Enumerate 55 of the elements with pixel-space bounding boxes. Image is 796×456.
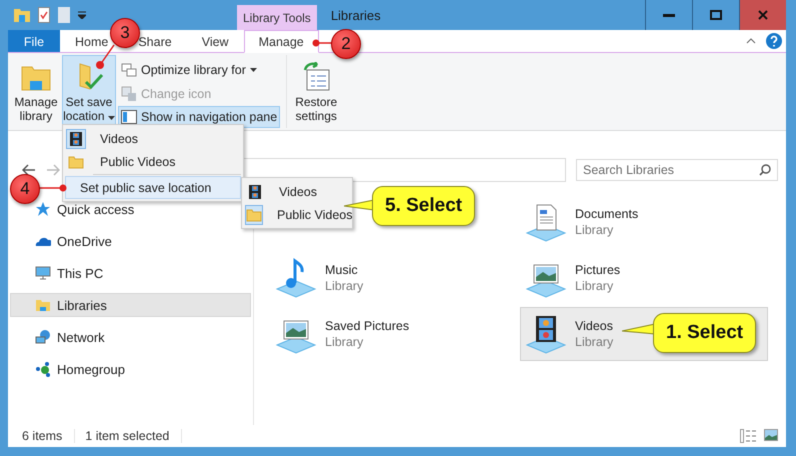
film-icon (68, 130, 84, 146)
cloud-icon (35, 235, 51, 247)
monitor-icon (35, 265, 51, 281)
menu-item[interactable]: Videos (65, 127, 241, 150)
callout: 5. Select (372, 186, 476, 226)
item-count: 6 items (22, 429, 76, 443)
library-folder-icon (35, 297, 51, 313)
customize-dropdown-icon[interactable] (78, 11, 86, 19)
callout: 1. Select (653, 313, 756, 353)
large-icons-view-icon[interactable] (764, 429, 778, 441)
navigation-item[interactable]: OneDrive (10, 229, 251, 253)
star-icon (35, 201, 51, 217)
navigation-item[interactable]: Homegroup (10, 357, 251, 381)
homegroup-icon (35, 361, 51, 377)
video-library-icon (525, 313, 567, 355)
restore-settings-icon (301, 62, 332, 92)
navigation-item[interactable]: Network (10, 325, 251, 349)
library-item[interactable]: Music Library (270, 251, 518, 305)
collapse-ribbon-icon[interactable] (746, 38, 756, 44)
ribbon-button[interactable]: Optimize library for (118, 59, 280, 81)
window-title: Libraries (330, 6, 382, 24)
library-item[interactable]: Saved Pictures Library (270, 307, 518, 361)
library-item[interactable]: Documents Library (520, 195, 768, 249)
search-icon (759, 164, 771, 176)
folder-icon (14, 8, 30, 22)
leader-line (39, 184, 67, 192)
minimize-icon (663, 14, 675, 16)
ribbon-tab[interactable]: Manage (244, 30, 319, 53)
network-icon (35, 329, 51, 345)
ribbon-button[interactable]: Manage library (12, 55, 60, 128)
maximize-icon (710, 10, 722, 20)
folder-icon (246, 206, 262, 222)
submenu-item[interactable]: Set public save location (65, 176, 241, 199)
properties-icon[interactable] (38, 7, 50, 23)
navigation-pane-icon (121, 110, 137, 124)
navigation-item[interactable]: This PC (10, 261, 251, 285)
search-field[interactable]: Search Libraries (576, 159, 778, 181)
menu-item[interactable]: Public Videos (65, 150, 241, 173)
close-icon (758, 10, 768, 20)
context-tab-group: Library Tools (237, 5, 317, 30)
step-marker: 3 (110, 18, 140, 48)
library-item[interactable]: Pictures Library (520, 251, 768, 305)
music-library-icon (275, 257, 317, 299)
file-menu-tab[interactable]: File (8, 30, 60, 52)
close-button[interactable] (739, 0, 786, 30)
change-icon-icon (121, 86, 137, 102)
film-icon (247, 184, 263, 200)
details-view-icon[interactable] (740, 429, 756, 443)
leader-line (312, 39, 332, 47)
selection-count: 1 item selected (85, 429, 182, 443)
callout-pointer (622, 322, 655, 336)
optimize-icon (121, 62, 137, 78)
help-icon[interactable] (766, 33, 782, 49)
back-arrow-icon[interactable] (22, 164, 36, 176)
navigation-item[interactable]: Libraries (10, 293, 251, 317)
